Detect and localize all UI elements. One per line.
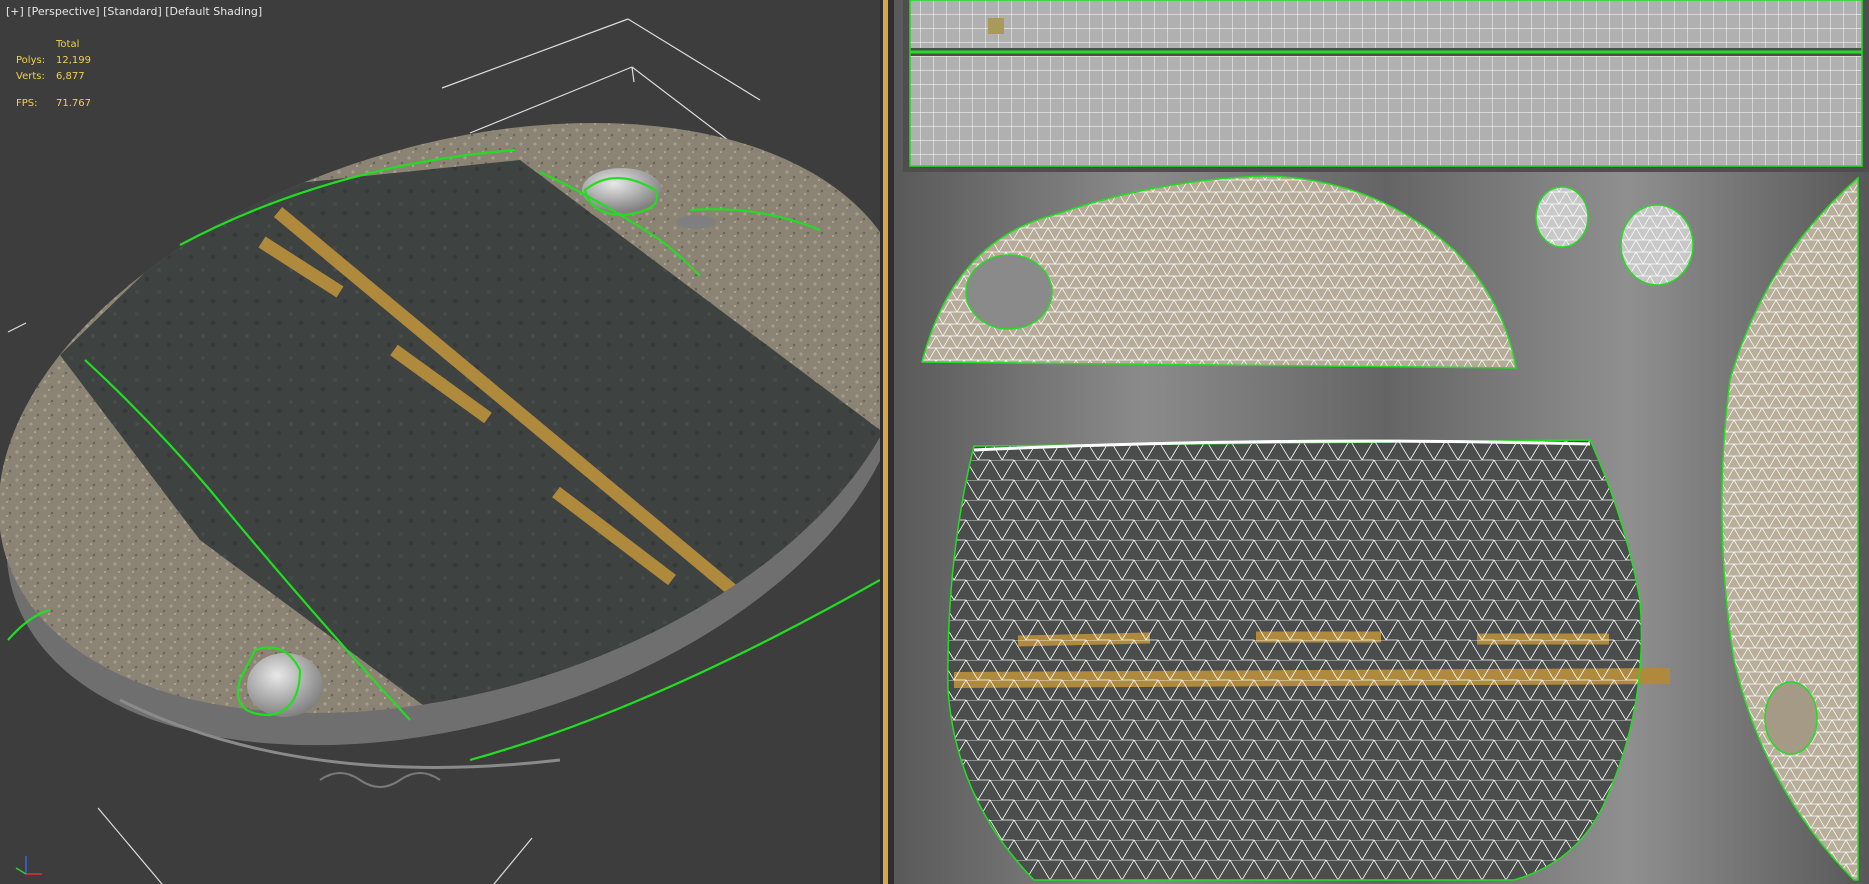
max-workspace: [+] [Perspective] [Standard] [Default Sh… (0, 0, 1869, 884)
uv-editor-canvas[interactable] (894, 0, 1869, 884)
rock-bottom (247, 653, 323, 717)
stats-fps-row: FPS: 71.767 (16, 96, 91, 112)
axis-gizmo-icon (15, 856, 42, 875)
perspective-viewport[interactable]: [+] [Perspective] [Standard] [Default Sh… (0, 0, 880, 884)
viewport-splitter[interactable] (880, 0, 894, 884)
viewport-view-menu[interactable]: [Perspective] (27, 5, 99, 18)
viewport-standard-menu[interactable]: [Standard] (103, 5, 162, 18)
uv-shell-asphalt (947, 439, 1671, 881)
viewport-plus-menu[interactable]: [+] (6, 5, 24, 18)
uv-rim-strips (909, 0, 1863, 167)
viewport-statistics: Total Polys: 12,199 Verts: 6,877 FPS: 71… (16, 37, 91, 112)
scene-render (0, 18, 880, 884)
stats-fps-value: 71.767 (56, 98, 91, 109)
rock-top-small (676, 215, 716, 229)
uv-layout (903, 0, 1869, 884)
stats-polys-value: 12,199 (56, 55, 91, 66)
stats-fps-label: FPS: (16, 98, 38, 109)
stats-total-label: Total (56, 39, 80, 50)
stats-verts-label: Verts: (16, 71, 45, 82)
stats-verts-row: Verts: 6,877 (16, 69, 91, 85)
stats-polys-row: Polys: 12,199 (16, 53, 91, 69)
viewport-shading-menu[interactable]: [Default Shading] (165, 5, 262, 18)
stats-polys-label: Polys: (16, 55, 46, 66)
stats-verts-value: 6,877 (56, 71, 85, 82)
viewport-label-menu: [+] [Perspective] [Standard] [Default Sh… (6, 5, 262, 18)
